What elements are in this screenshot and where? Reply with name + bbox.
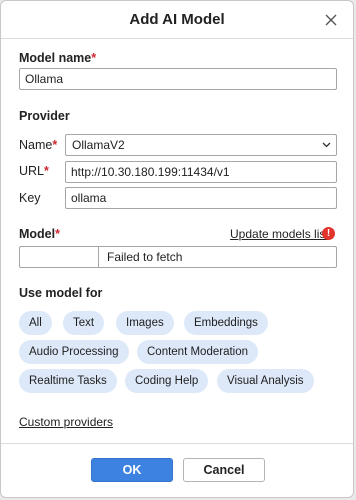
chip-coding-help[interactable]: Coding Help [125,369,209,393]
chip-embeddings[interactable]: Embeddings [184,311,268,335]
add-ai-model-dialog: Add AI Model Model name* Ollama Provider… [0,0,354,498]
error-icon: ! [322,227,335,240]
model-name-input[interactable]: Ollama [19,68,337,90]
provider-key-label: Key [19,191,41,205]
model-status-field: Failed to fetch [98,246,337,268]
provider-name-value: OllamaV2 [72,138,125,152]
chevron-down-icon [322,142,331,148]
footer-divider [1,443,353,444]
chip-visual-analysis[interactable]: Visual Analysis [217,369,314,393]
provider-url-label: URL* [19,164,49,178]
required-asterisk: * [55,227,60,241]
provider-name-select[interactable]: OllamaV2 [65,134,337,156]
chip-text[interactable]: Text [63,311,105,335]
chip-images[interactable]: Images [116,311,174,335]
chip-all[interactable]: All [19,311,52,335]
header-divider [1,38,353,39]
model-label: Model* [19,227,60,241]
required-asterisk: * [44,164,49,178]
use-model-for-label: Use model for [19,286,103,300]
dialog-title: Add AI Model [129,11,225,28]
chip-audio-processing[interactable]: Audio Processing [19,340,129,364]
provider-name-label: Name* [19,138,58,152]
chip-realtime-tasks[interactable]: Realtime Tasks [19,369,117,393]
required-asterisk: * [91,51,97,65]
provider-section-label: Provider [19,109,70,123]
model-name-label: Model name* [19,51,97,65]
update-models-list-link[interactable]: Update models list [230,227,329,241]
chip-content-moderation[interactable]: Content Moderation [137,340,259,364]
close-icon[interactable] [323,12,339,28]
ok-button[interactable]: OK [91,458,173,482]
cancel-button[interactable]: Cancel [183,458,265,482]
model-input[interactable] [19,246,99,268]
provider-key-input[interactable]: ollama [65,187,337,209]
provider-url-input[interactable]: http://10.30.180.199:11434/v1 [65,161,337,183]
required-asterisk: * [52,138,58,152]
custom-providers-link[interactable]: Custom providers [19,415,113,429]
